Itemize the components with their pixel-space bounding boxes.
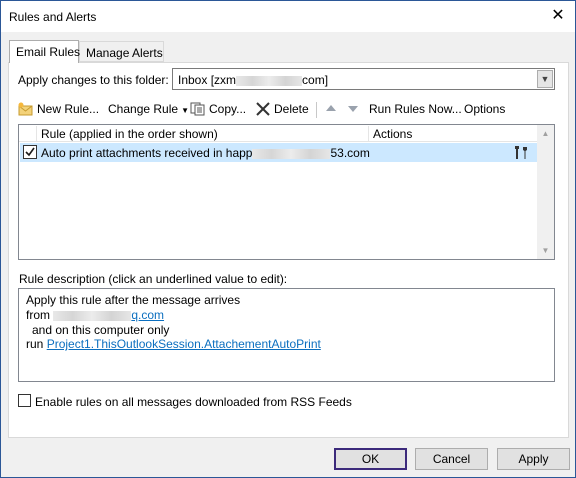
options-button[interactable]: Options	[464, 100, 505, 120]
run-rules-now-button[interactable]: Run Rules Now...	[369, 100, 462, 120]
tab-manage-alerts[interactable]: Manage Alerts	[79, 41, 164, 62]
new-rule-button[interactable]: New Rule...	[18, 100, 99, 120]
chevron-down-icon[interactable]: ▼	[537, 70, 553, 88]
script-link[interactable]: Project1.ThisOutlookSession.AttachementA…	[47, 337, 321, 351]
rule-description-label: Rule description (click an underlined va…	[19, 272, 288, 286]
folder-select[interactable]: Inbox [zxm com] ▼	[172, 68, 555, 90]
column-header-rule[interactable]: Rule (applied in the order shown)	[37, 126, 369, 142]
folder-value: Inbox [zxm com]	[178, 73, 329, 87]
ok-button[interactable]: OK	[334, 448, 407, 470]
from-address-link[interactable]: q.com	[53, 308, 164, 322]
rule-list-scrollbar[interactable]: ▲ ▼	[537, 125, 554, 259]
description-line-4: run Project1.ThisOutlookSession.Attachem…	[26, 337, 321, 351]
chevron-down-icon: ▼	[181, 106, 189, 115]
rules-and-alerts-dialog: Rules and Alerts ✕ Email Rules Manage Al…	[0, 0, 576, 478]
rule-description-box: Apply this rule after the message arrive…	[18, 288, 555, 382]
description-line-1: Apply this rule after the message arrive…	[26, 293, 241, 307]
apply-button[interactable]: Apply	[497, 448, 570, 470]
rule-name: Auto print attachments received in happ 5…	[41, 146, 370, 160]
move-up-icon[interactable]	[326, 105, 336, 111]
close-icon[interactable]: ✕	[547, 5, 569, 27]
copy-button[interactable]: Copy...	[190, 100, 246, 120]
toolbar-separator	[316, 102, 317, 118]
title-bar: Rules and Alerts ✕	[1, 1, 575, 32]
rule-row[interactable]: Auto print attachments received in happ 5…	[20, 143, 538, 162]
rule-list[interactable]: Rule (applied in the order shown) Action…	[18, 124, 555, 260]
tab-email-rules[interactable]: Email Rules	[9, 40, 80, 63]
column-header-check	[19, 126, 37, 142]
checkmark-icon	[25, 147, 35, 157]
new-rule-icon	[18, 102, 33, 116]
description-line-3: and on this computer only	[32, 323, 170, 337]
rss-rules-label: Enable rules on all messages downloaded …	[35, 395, 352, 409]
folder-label: Apply changes to this folder:	[18, 73, 169, 87]
delete-icon	[256, 102, 270, 116]
move-down-icon[interactable]	[348, 106, 358, 112]
description-line-2: from q.com	[26, 308, 165, 322]
rss-rules-checkbox[interactable]	[18, 394, 31, 407]
copy-icon	[190, 102, 205, 116]
scroll-up-icon[interactable]: ▲	[537, 125, 554, 142]
delete-button[interactable]: Delete	[255, 100, 309, 120]
rule-checkbox[interactable]	[23, 145, 37, 159]
scroll-down-icon[interactable]: ▼	[537, 242, 554, 259]
rule-list-header: Rule (applied in the order shown) Action…	[19, 125, 539, 142]
cancel-button[interactable]: Cancel	[415, 448, 488, 470]
change-rule-button[interactable]: Change Rule ▼	[108, 100, 189, 120]
column-header-actions[interactable]: Actions	[369, 126, 539, 142]
tools-icon	[514, 145, 530, 163]
window-title: Rules and Alerts	[9, 10, 97, 24]
